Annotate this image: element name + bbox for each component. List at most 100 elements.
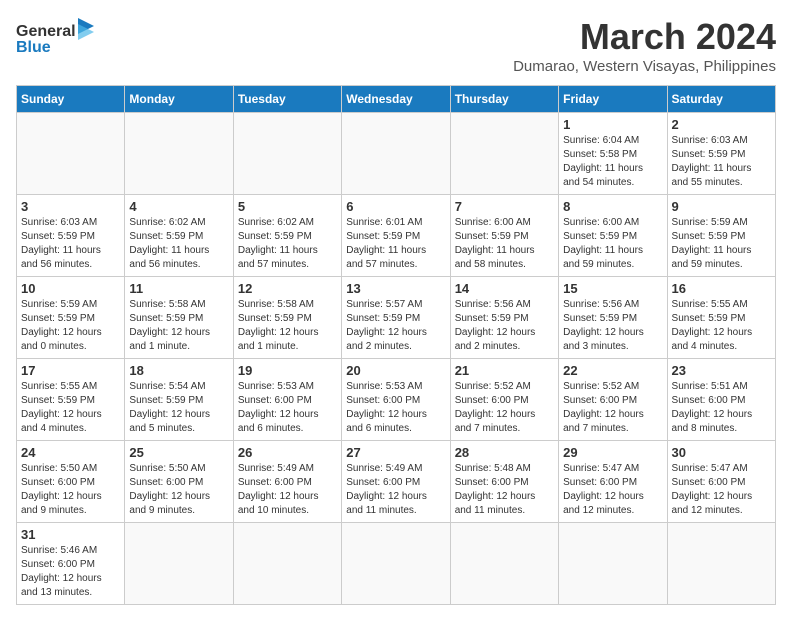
day-info: Sunrise: 5:52 AM Sunset: 6:00 PM Dayligh… bbox=[563, 380, 662, 436]
calendar-cell: 26 Sunrise: 5:49 AM Sunset: 6:00 PM Dayli… bbox=[233, 441, 341, 523]
day-number: 13 bbox=[346, 281, 445, 296]
calendar-cell: 16 Sunrise: 5:55 AM Sunset: 5:59 PM Dayli… bbox=[667, 277, 775, 359]
day-info: Sunrise: 6:04 AM Sunset: 5:58 PM Dayligh… bbox=[563, 134, 662, 190]
calendar-week-row: 24Sunrise: 5:50 AM Sunset: 6:00 PM Dayli… bbox=[17, 441, 776, 523]
title-area: March 2024 Dumarao, Western Visayas, Phi… bbox=[513, 16, 776, 75]
day-number: 23 bbox=[672, 363, 771, 378]
calendar-cell: 10Sunrise: 5:59 AM Sunset: 5:59 PM Dayli… bbox=[17, 277, 125, 359]
day-info: Sunrise: 5:52 AM Sunset: 6:00 PM Dayligh… bbox=[455, 380, 554, 436]
day-number: 11 bbox=[129, 281, 228, 296]
location-subtitle: Dumarao, Western Visayas, Philippines bbox=[513, 58, 776, 75]
day-number: 10 bbox=[21, 281, 120, 296]
day-number: 16 bbox=[672, 281, 771, 296]
calendar-cell: 28Sunrise: 5:48 AM Sunset: 6:00 PM Dayli… bbox=[450, 441, 558, 523]
day-number: 27 bbox=[346, 445, 445, 460]
day-info: Sunrise: 5:46 AM Sunset: 6:00 PM Dayligh… bbox=[21, 544, 120, 600]
calendar-cell: 30Sunrise: 5:47 AM Sunset: 6:00 PM Dayli… bbox=[667, 441, 775, 523]
day-number: 20 bbox=[346, 363, 445, 378]
day-number: 26 bbox=[238, 445, 337, 460]
calendar-cell: 24Sunrise: 5:50 AM Sunset: 6:00 PM Dayli… bbox=[17, 441, 125, 523]
calendar-cell bbox=[233, 113, 341, 195]
day-info: Sunrise: 5:49 AM Sunset: 6:00 PM Dayligh… bbox=[346, 462, 445, 518]
calendar-cell: 12 Sunrise: 5:58 AM Sunset: 5:59 PM Dayli… bbox=[233, 277, 341, 359]
day-number: 21 bbox=[455, 363, 554, 378]
calendar-week-row: 31 Sunrise: 5:46 AM Sunset: 6:00 PM Dayli… bbox=[17, 523, 776, 605]
day-info: Sunrise: 5:50 AM Sunset: 6:00 PM Dayligh… bbox=[129, 462, 228, 518]
calendar-cell: 8 Sunrise: 6:00 AM Sunset: 5:59 PM Daylig… bbox=[559, 195, 667, 277]
day-info: Sunrise: 5:51 AM Sunset: 6:00 PM Dayligh… bbox=[672, 380, 771, 436]
day-number: 15 bbox=[563, 281, 662, 296]
calendar-cell: 17Sunrise: 5:55 AM Sunset: 5:59 PM Dayli… bbox=[17, 359, 125, 441]
day-number: 5 bbox=[238, 199, 337, 214]
day-info: Sunrise: 5:57 AM Sunset: 5:59 PM Dayligh… bbox=[346, 298, 445, 354]
weekday-header-saturday: Saturday bbox=[667, 86, 775, 113]
calendar-cell: 25Sunrise: 5:50 AM Sunset: 6:00 PM Dayli… bbox=[125, 441, 233, 523]
calendar-cell: 14Sunrise: 5:56 AM Sunset: 5:59 PM Dayli… bbox=[450, 277, 558, 359]
calendar-cell bbox=[667, 523, 775, 605]
calendar-table: SundayMondayTuesdayWednesdayThursdayFrid… bbox=[16, 85, 776, 605]
calendar-cell: 23 Sunrise: 5:51 AM Sunset: 6:00 PM Dayli… bbox=[667, 359, 775, 441]
day-number: 4 bbox=[129, 199, 228, 214]
calendar-cell: 21 Sunrise: 5:52 AM Sunset: 6:00 PM Dayli… bbox=[450, 359, 558, 441]
calendar-week-row: 1 Sunrise: 6:04 AM Sunset: 5:58 PM Daylig… bbox=[17, 113, 776, 195]
calendar-cell bbox=[559, 523, 667, 605]
calendar-cell bbox=[342, 523, 450, 605]
calendar-cell: 15 Sunrise: 5:56 AM Sunset: 5:59 PM Dayli… bbox=[559, 277, 667, 359]
svg-text:Blue: Blue bbox=[16, 39, 51, 56]
day-number: 22 bbox=[563, 363, 662, 378]
day-info: Sunrise: 5:56 AM Sunset: 5:59 PM Dayligh… bbox=[455, 298, 554, 354]
weekday-header-sunday: Sunday bbox=[17, 86, 125, 113]
month-title: March 2024 bbox=[513, 16, 776, 58]
calendar-cell bbox=[125, 113, 233, 195]
page-container: General Blue March 2024 Dumarao, Western… bbox=[16, 16, 776, 605]
calendar-cell: 27 Sunrise: 5:49 AM Sunset: 6:00 PM Dayli… bbox=[342, 441, 450, 523]
day-number: 29 bbox=[563, 445, 662, 460]
day-number: 31 bbox=[21, 527, 120, 542]
day-info: Sunrise: 5:49 AM Sunset: 6:00 PM Dayligh… bbox=[238, 462, 337, 518]
day-info: Sunrise: 5:55 AM Sunset: 5:59 PM Dayligh… bbox=[672, 298, 771, 354]
calendar-cell: 18 Sunrise: 5:54 AM Sunset: 5:59 PM Dayli… bbox=[125, 359, 233, 441]
day-info: Sunrise: 5:59 AM Sunset: 5:59 PM Dayligh… bbox=[672, 216, 771, 272]
day-info: Sunrise: 5:50 AM Sunset: 6:00 PM Dayligh… bbox=[21, 462, 120, 518]
calendar-cell: 6Sunrise: 6:01 AM Sunset: 5:59 PM Daylig… bbox=[342, 195, 450, 277]
day-number: 9 bbox=[672, 199, 771, 214]
day-info: Sunrise: 5:53 AM Sunset: 6:00 PM Dayligh… bbox=[346, 380, 445, 436]
calendar-cell bbox=[233, 523, 341, 605]
weekday-header-tuesday: Tuesday bbox=[233, 86, 341, 113]
calendar-cell bbox=[450, 523, 558, 605]
day-number: 1 bbox=[563, 117, 662, 132]
calendar-cell: 19Sunrise: 5:53 AM Sunset: 6:00 PM Dayli… bbox=[233, 359, 341, 441]
weekday-header-thursday: Thursday bbox=[450, 86, 558, 113]
calendar-cell: 11 Sunrise: 5:58 AM Sunset: 5:59 PM Dayli… bbox=[125, 277, 233, 359]
weekday-header-wednesday: Wednesday bbox=[342, 86, 450, 113]
calendar-cell: 2Sunrise: 6:03 AM Sunset: 5:59 PM Daylig… bbox=[667, 113, 775, 195]
day-info: Sunrise: 5:58 AM Sunset: 5:59 PM Dayligh… bbox=[129, 298, 228, 354]
day-number: 19 bbox=[238, 363, 337, 378]
day-number: 17 bbox=[21, 363, 120, 378]
calendar-cell bbox=[342, 113, 450, 195]
day-number: 8 bbox=[563, 199, 662, 214]
day-number: 3 bbox=[21, 199, 120, 214]
calendar-cell: 20 Sunrise: 5:53 AM Sunset: 6:00 PM Dayli… bbox=[342, 359, 450, 441]
calendar-cell: 13 Sunrise: 5:57 AM Sunset: 5:59 PM Dayli… bbox=[342, 277, 450, 359]
logo-area: General Blue bbox=[16, 16, 106, 56]
day-info: Sunrise: 5:58 AM Sunset: 5:59 PM Dayligh… bbox=[238, 298, 337, 354]
calendar-cell bbox=[125, 523, 233, 605]
calendar-week-row: 10Sunrise: 5:59 AM Sunset: 5:59 PM Dayli… bbox=[17, 277, 776, 359]
day-number: 7 bbox=[455, 199, 554, 214]
day-number: 12 bbox=[238, 281, 337, 296]
day-info: Sunrise: 6:01 AM Sunset: 5:59 PM Dayligh… bbox=[346, 216, 445, 272]
day-info: Sunrise: 6:00 AM Sunset: 5:59 PM Dayligh… bbox=[563, 216, 662, 272]
svg-text:General: General bbox=[16, 23, 76, 40]
day-info: Sunrise: 5:54 AM Sunset: 5:59 PM Dayligh… bbox=[129, 380, 228, 436]
weekday-header-friday: Friday bbox=[559, 86, 667, 113]
day-info: Sunrise: 6:00 AM Sunset: 5:59 PM Dayligh… bbox=[455, 216, 554, 272]
day-info: Sunrise: 6:02 AM Sunset: 5:59 PM Dayligh… bbox=[238, 216, 337, 272]
day-number: 18 bbox=[129, 363, 228, 378]
day-info: Sunrise: 6:02 AM Sunset: 5:59 PM Dayligh… bbox=[129, 216, 228, 272]
day-info: Sunrise: 5:56 AM Sunset: 5:59 PM Dayligh… bbox=[563, 298, 662, 354]
calendar-cell: 22 Sunrise: 5:52 AM Sunset: 6:00 PM Dayli… bbox=[559, 359, 667, 441]
calendar-cell bbox=[450, 113, 558, 195]
calendar-cell: 7 Sunrise: 6:00 AM Sunset: 5:59 PM Daylig… bbox=[450, 195, 558, 277]
weekday-header-monday: Monday bbox=[125, 86, 233, 113]
